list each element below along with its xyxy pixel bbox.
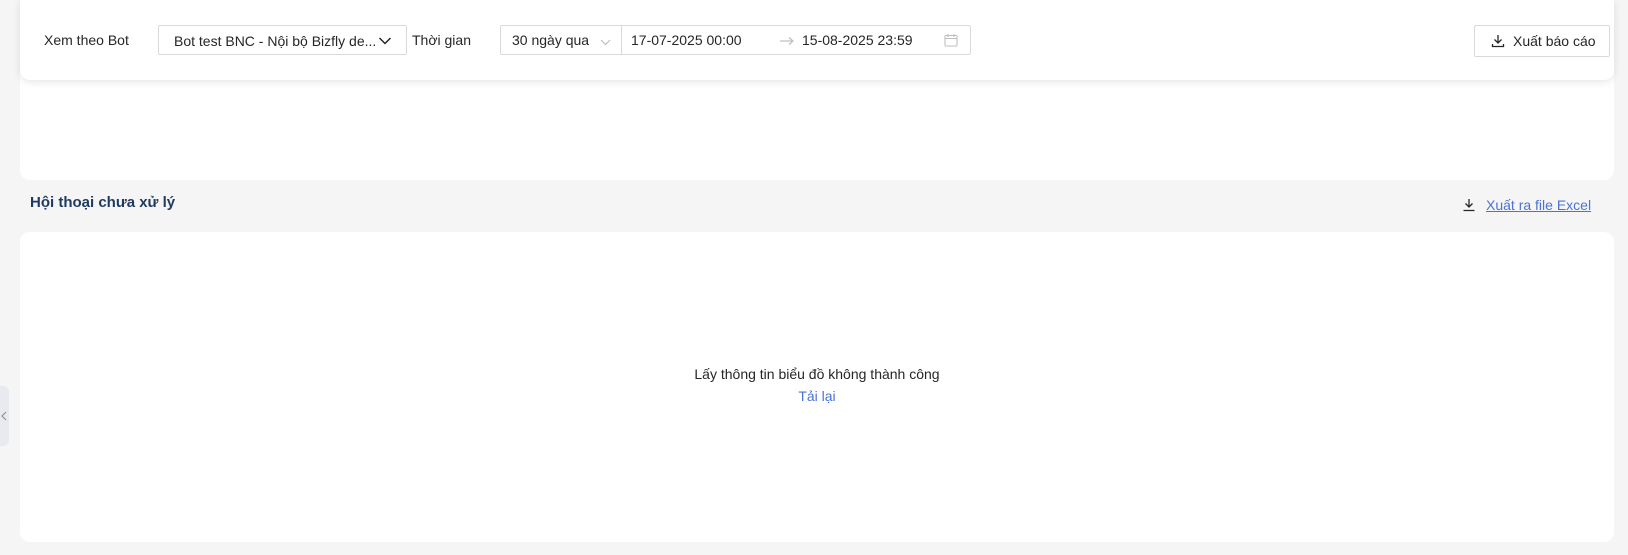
arrow-right-icon [779,34,795,50]
period-select-value: 30 ngày qua [512,32,590,48]
download-icon [1491,34,1505,51]
export-report-label: Xuất báo cáo [1513,33,1596,49]
chart-error-message: Lấy thông tin biểu đồ không thành công [694,366,940,382]
chart-card: Lấy thông tin biểu đồ không thành công T… [20,232,1614,542]
download-icon [1462,198,1476,215]
bot-select[interactable]: Bot test BNC - Nội bộ Bizfly de... [158,25,407,55]
bot-select-value: Bot test BNC - Nội bộ Bizfly de... [174,33,377,49]
chevron-down-icon [378,34,392,51]
time-filter-label: Thời gian [412,32,471,48]
reload-link[interactable]: Tải lại [795,387,839,405]
export-excel-label: Xuất ra file Excel [1486,197,1592,213]
end-date-input[interactable] [802,31,942,49]
filter-bar: Xem theo Bot Bot test BNC - Nội bộ Bizfl… [20,0,1614,80]
date-range-group: 30 ngày qua [500,25,971,55]
start-date-input[interactable] [631,31,771,49]
section-title: Hội thoại chưa xử lý [30,194,176,211]
period-select[interactable]: 30 ngày qua [501,26,622,54]
calendar-icon[interactable] [944,33,958,50]
chevron-left-icon [1,411,7,421]
sidebar-collapse-handle[interactable] [0,386,9,446]
chevron-down-icon [600,35,611,51]
bot-filter-label: Xem theo Bot [44,32,129,48]
export-report-button[interactable]: Xuất báo cáo [1474,25,1610,57]
